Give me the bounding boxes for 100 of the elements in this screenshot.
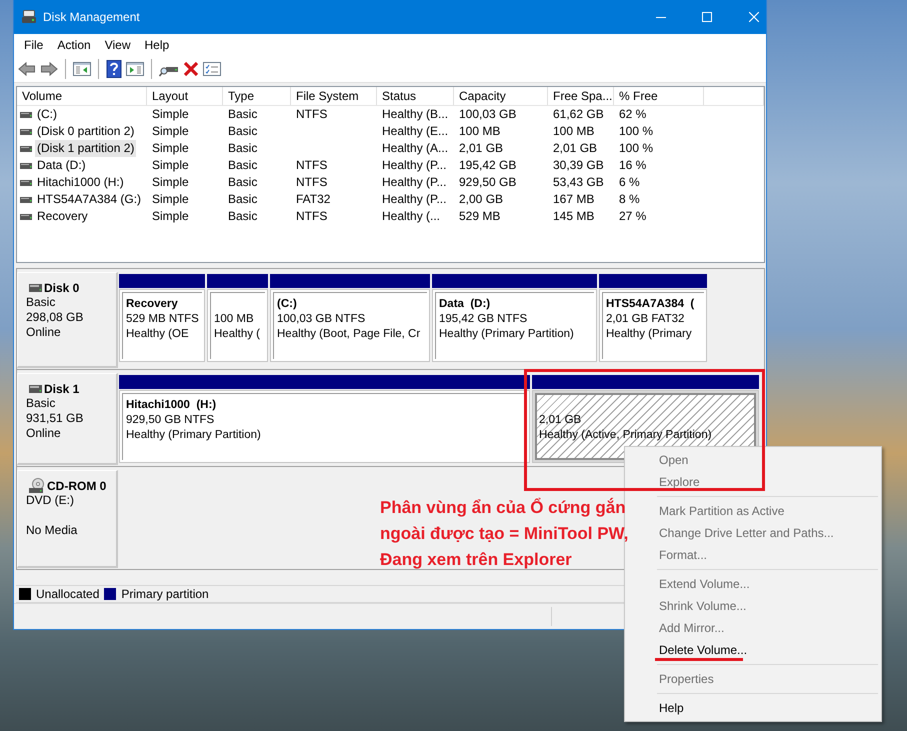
table-cell-text: 2,01 GB: [458, 140, 504, 157]
table-cell-text: Basic: [227, 208, 258, 225]
drive-icon: [20, 196, 32, 202]
partition-box[interactable]: Recovery 529 MB NTFS Healthy (OE: [119, 289, 205, 362]
partition-box[interactable]: HTS54A7A384 ( 2,01 GB FAT32 Healthy (Primary: [599, 289, 707, 362]
disk-type: DVD (E:): [26, 493, 75, 508]
column-header[interactable]: Capacity: [454, 87, 548, 105]
partition-box[interactable]: Hitachi1000 (H:) 929,50 GB NTFS Healthy (Primary Partition): [119, 390, 530, 463]
table-cell[interactable]: (C:): [35, 106, 59, 123]
table-cell-text: FAT32: [295, 191, 332, 208]
menu-item[interactable]: Help: [625, 697, 881, 719]
forward-arrow-icon[interactable]: [40, 61, 58, 77]
table-cell-text: 100 MB: [552, 123, 596, 140]
table-cell-text: Healthy (P...: [381, 157, 448, 174]
column-header[interactable]: Volume: [17, 87, 147, 105]
table-cell-text: 100,03 GB: [458, 106, 518, 123]
maximize-icon[interactable]: [702, 12, 712, 22]
table-cell-text: 145 MB: [552, 208, 596, 225]
disk-drive-icon: [29, 384, 42, 392]
table-cell-text: 100 %: [618, 123, 654, 140]
disk-name: CD-ROM 0: [47, 478, 106, 492]
disk-type: Basic: [26, 396, 56, 411]
menu-item[interactable]: View: [98, 35, 138, 55]
drive-icon: [20, 180, 32, 186]
table-cell-text: 30,39 GB: [552, 157, 605, 174]
disk-size: 931,51 GB: [26, 411, 84, 426]
table-cell-text: NTFS: [295, 208, 328, 225]
column-header[interactable]: File System: [291, 87, 377, 105]
menu-item[interactable]: Delete Volume...: [625, 639, 881, 661]
table-cell-text: 62 %: [618, 106, 648, 123]
partition-status: Healthy (Primary Partition): [126, 428, 262, 443]
table-cell-text: NTFS: [295, 174, 328, 191]
table-cell-text: Basic: [227, 191, 258, 208]
disk-drive-icon: [29, 284, 42, 292]
table-cell-text: 529 MB: [458, 208, 502, 225]
disk-name: Disk 1: [44, 382, 80, 396]
partition-box[interactable]: (C:) 100,03 GB NTFS Healthy (Boot, Page File, Cr: [270, 289, 430, 362]
partition-box[interactable]: Data (D:) 195,42 GB NTFS Healthy (Primary Partition): [432, 289, 597, 362]
table-cell-text: 27 %: [618, 208, 648, 225]
partition-size: 529 MB NTFS: [126, 312, 200, 327]
drive-icon: [20, 214, 32, 220]
window-title: Disk Management: [43, 10, 141, 24]
menu-item[interactable]: Help: [138, 35, 176, 55]
table-cell-text: Simple: [151, 174, 190, 191]
checklist-icon[interactable]: [203, 61, 221, 77]
table-cell-text: Simple: [151, 208, 190, 225]
column-header[interactable]: Free Spa...: [548, 87, 614, 105]
delete-icon[interactable]: [183, 61, 199, 77]
disk-drive-icon: [21, 9, 37, 25]
table-cell[interactable]: HTS54A7A384 (G:): [35, 191, 144, 208]
menu-item[interactable]: File: [17, 35, 50, 55]
column-header[interactable]: Type: [223, 87, 291, 105]
menu-item[interactable]: Action: [50, 35, 98, 55]
table-cell-text: Healthy (P...: [381, 191, 448, 208]
table-cell-text: Healthy (A...: [381, 140, 450, 157]
table-cell[interactable]: Data (D:): [35, 157, 88, 174]
partition-box[interactable]: 100 MB Healthy (: [207, 289, 268, 362]
disk-size: 298,08 GB: [26, 310, 84, 325]
partition-status: Healthy (OE: [126, 327, 190, 342]
table-cell-text: NTFS: [295, 106, 328, 123]
table-cell-text: Basic: [227, 106, 258, 123]
table-cell[interactable]: Hitachi1000 (H:): [35, 174, 126, 191]
table-cell-text: Healthy (P...: [381, 174, 448, 191]
table-cell-text: 61,62 GB: [552, 106, 605, 123]
column-header[interactable]: Status: [377, 87, 454, 105]
table-cell[interactable]: (Disk 1 partition 2): [35, 140, 136, 157]
table-cell[interactable]: Recovery: [35, 208, 90, 225]
table-cell-text: Simple: [151, 106, 190, 123]
disk-label-panel[interactable]: Disk 1 Basic 931,51 GB Online: [17, 373, 118, 465]
partition-size: 2,01 GB: [539, 413, 582, 428]
column-header[interactable]: Layout: [147, 87, 223, 105]
partition-status: Healthy (Active, Primary Partition): [539, 428, 713, 443]
table-cell-text: Healthy (B...: [381, 106, 450, 123]
drive-icon: [20, 112, 32, 118]
close-icon[interactable]: [749, 12, 759, 22]
legend-label: Primary partition: [121, 587, 209, 601]
disk-name: Disk 0: [44, 280, 80, 294]
disk-label-panel[interactable]: CD-ROM 0 DVD (E:) No Media: [17, 470, 118, 568]
partition-name: HTS54A7A384 (: [606, 297, 696, 312]
help-icon[interactable]: [106, 60, 122, 78]
table-cell-text: NTFS: [295, 157, 328, 174]
table-cell-text: 53,43 GB: [552, 174, 605, 191]
partition-size: 929,50 GB NTFS: [126, 413, 216, 428]
disk-label-panel[interactable]: Disk 0 Basic 298,08 GB Online: [17, 272, 118, 368]
table-cell-text: 6 %: [618, 174, 641, 191]
table-cell-text: 8 %: [618, 191, 641, 208]
partition-size: 195,42 GB NTFS: [439, 312, 528, 327]
column-header[interactable]: % Free: [614, 87, 704, 105]
table-cell-text: Basic: [227, 123, 258, 140]
partition-status: Healthy (Primary: [606, 327, 693, 342]
cd-drive-icon: [29, 478, 45, 493]
table-cell-text: Basic: [227, 174, 258, 191]
partition-name: (C:): [277, 297, 298, 312]
table-cell-text: Simple: [151, 191, 190, 208]
table-cell-text: Basic: [227, 157, 258, 174]
table-cell-text: Basic: [227, 140, 258, 157]
back-arrow-icon[interactable]: [18, 61, 36, 77]
table-cell[interactable]: (Disk 0 partition 2): [35, 123, 136, 140]
drive-icon: [20, 146, 32, 152]
table-cell-text: 195,42 GB: [458, 157, 518, 174]
